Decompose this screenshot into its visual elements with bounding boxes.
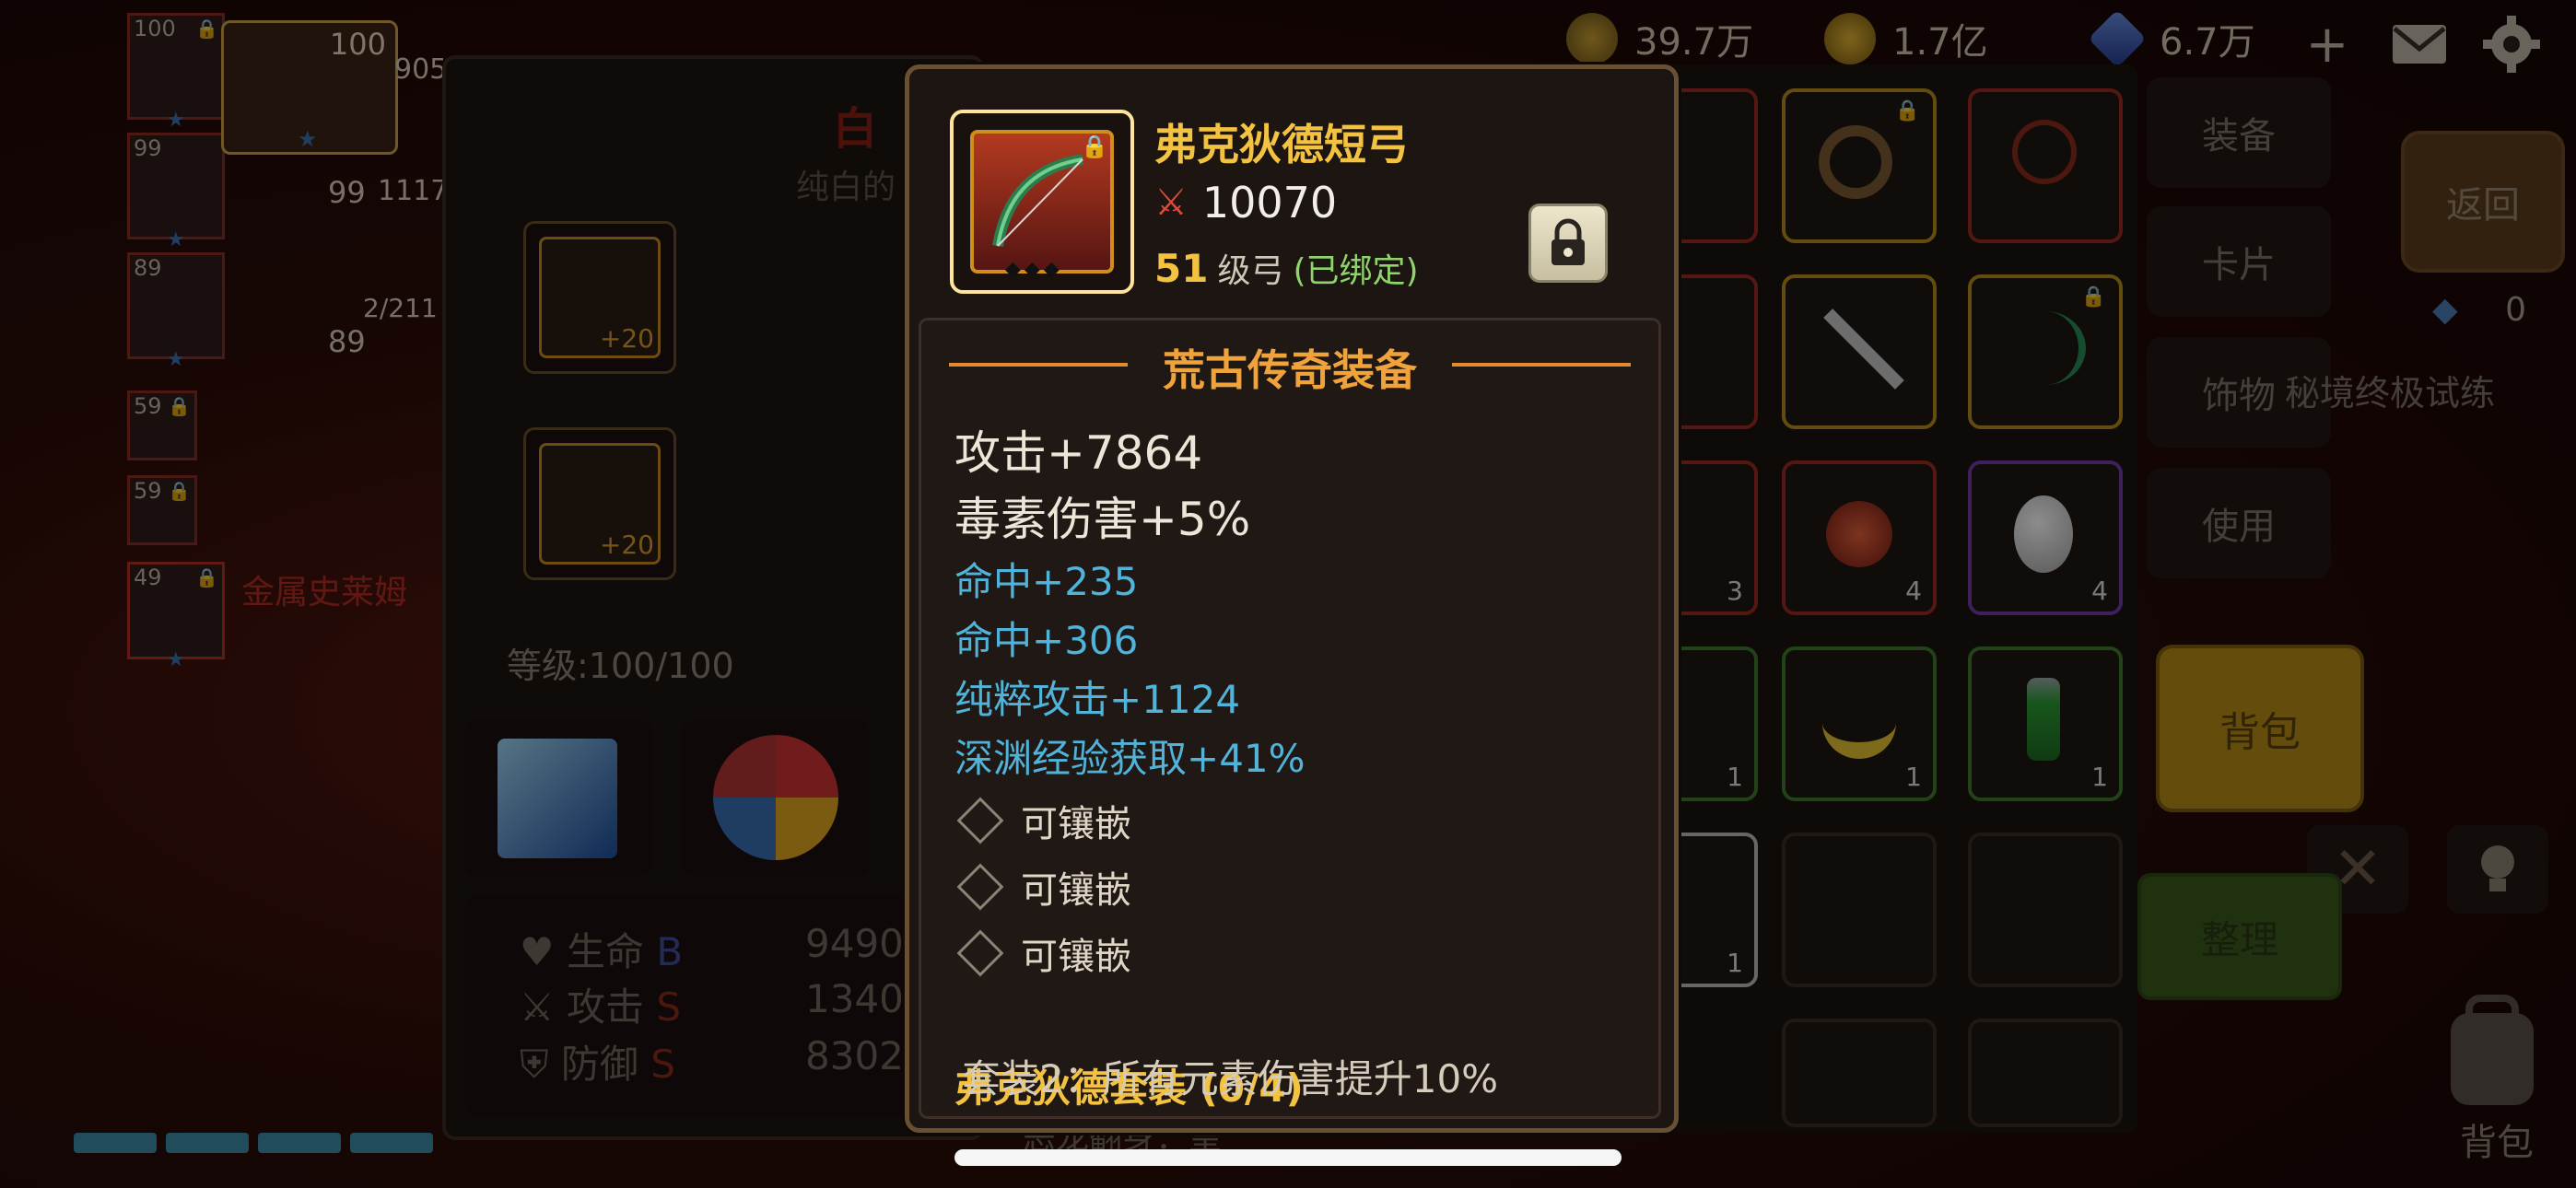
- socket-icon: [956, 929, 1004, 977]
- item-level: 51 级弓 (已绑定): [1154, 246, 1419, 291]
- socket-slot: 可镶嵌: [954, 860, 1131, 914]
- sub-stat: 纯粹攻击+1124: [954, 677, 1241, 722]
- sub-stat: 命中+306: [954, 618, 1139, 663]
- home-indicator[interactable]: [954, 1149, 1622, 1166]
- sub-stat: 命中+235: [954, 559, 1139, 604]
- main-stat: 攻击+7864: [954, 426, 1203, 480]
- sub-stat: 深渊经验获取+41%: [954, 736, 1306, 781]
- socket-slot: 可镶嵌: [954, 794, 1131, 847]
- item-tooltip: 🔒 ◆◆◆ 弗克狄德短弓 ⚔ 10070 51 级弓 (已绑定) 荒古传奇装备 攻击…: [905, 64, 1679, 1133]
- socket-icon: [956, 797, 1004, 844]
- socket-slot: 可镶嵌: [954, 926, 1131, 980]
- item-power: ⚔ 10070: [1154, 178, 1338, 227]
- set-bonus-desc: 套装2：所有元素伤害提升10%: [962, 1056, 1499, 1101]
- item-details: 荒古传奇装备 攻击+7864 毒素伤害+5% 命中+235 命中+306 纯粹攻…: [919, 318, 1661, 1119]
- star-rating: ◆◆◆: [1005, 258, 1063, 281]
- main-stat: 毒素伤害+5%: [954, 493, 1251, 546]
- item-name: 弗克狄德短弓: [1154, 120, 1409, 169]
- padlock-icon: [1551, 218, 1585, 265]
- item-icon-frame: 🔒 ◆◆◆: [950, 110, 1134, 294]
- socket-icon: [956, 863, 1004, 911]
- lock-icon: 🔒: [1081, 134, 1108, 159]
- lock-toggle-button[interactable]: [1528, 204, 1608, 283]
- item-tier: 荒古传奇装备: [1163, 345, 1417, 395]
- crossed-swords-icon: ⚔: [1154, 181, 1188, 224]
